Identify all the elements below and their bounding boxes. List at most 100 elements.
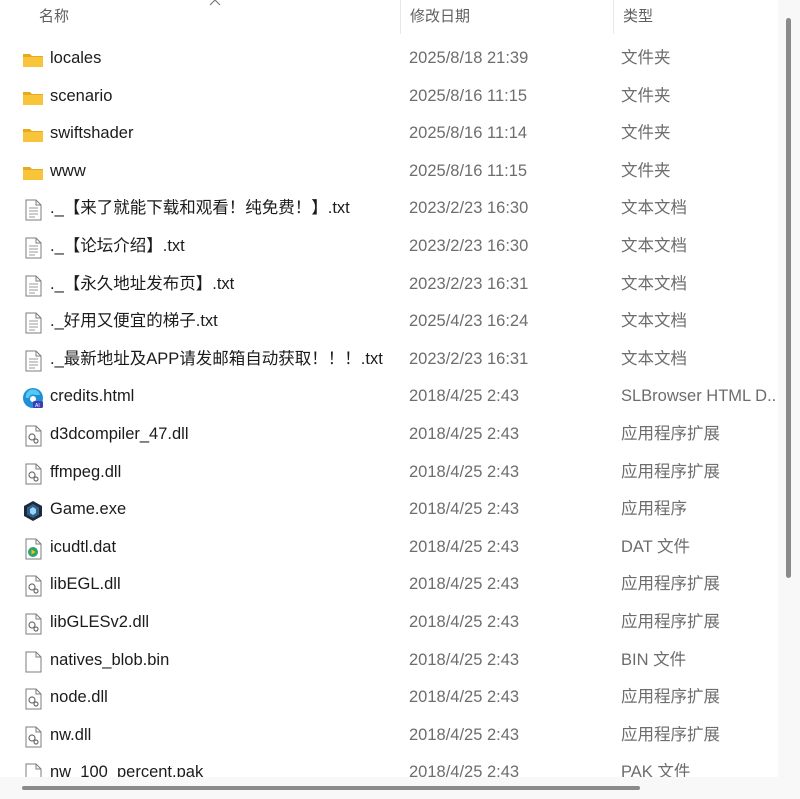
file-date-modified: 2018/4/25 2:43 bbox=[409, 650, 520, 669]
file-name: ffmpeg.dll bbox=[50, 462, 122, 481]
file-date-modified: 2023/2/23 16:31 bbox=[409, 274, 529, 293]
file-row[interactable]: nw_100_percent.pak 2018/4/25 2:43 PAK 文件 bbox=[0, 754, 778, 777]
file-row[interactable]: d3dcompiler_47.dll 2018/4/25 2:43 应用程序扩展 bbox=[0, 416, 778, 454]
folder-icon bbox=[22, 49, 44, 71]
file-explorer-list: 名称 修改日期 类型 locales 2025/8/18 21:39 文件夹 sce… bbox=[0, 0, 800, 799]
vertical-scrollbar[interactable] bbox=[778, 0, 800, 777]
file-row[interactable]: Game.exe 2018/4/25 2:43 应用程序 bbox=[0, 491, 778, 529]
dll-file-icon bbox=[22, 688, 44, 710]
file-row[interactable]: icudtl.dat 2018/4/25 2:43 DAT 文件 bbox=[0, 529, 778, 567]
game-exe-icon bbox=[22, 500, 44, 522]
file-row[interactable]: libGLESv2.dll 2018/4/25 2:43 应用程序扩展 bbox=[0, 604, 778, 642]
file-name: credits.html bbox=[50, 387, 135, 406]
dll-file-icon bbox=[22, 613, 44, 635]
file-name: node.dll bbox=[50, 688, 108, 707]
file-name: ._好用又便宜的梯子.txt bbox=[50, 312, 218, 331]
file-name: nw.dll bbox=[50, 725, 92, 744]
file-date-modified: 2018/4/25 2:43 bbox=[409, 763, 520, 777]
file-type: 应用程序扩展 bbox=[621, 688, 720, 707]
browser-html-icon: AI bbox=[22, 387, 44, 409]
file-name: Game.exe bbox=[50, 500, 127, 519]
horizontal-scrollbar-thumb[interactable] bbox=[22, 786, 640, 790]
file-row[interactable]: swiftshader 2025/8/16 11:14 文件夹 bbox=[0, 115, 778, 153]
file-name: ._【来了就能下载和观看！纯免费！】.txt bbox=[50, 199, 350, 218]
file-row[interactable]: node.dll 2018/4/25 2:43 应用程序扩展 bbox=[0, 679, 778, 717]
folder-icon bbox=[22, 162, 44, 184]
text-file-icon bbox=[22, 237, 44, 259]
file-type: 文本文档 bbox=[621, 274, 687, 293]
file-row[interactable]: www 2025/8/16 11:15 文件夹 bbox=[0, 153, 778, 191]
file-row[interactable]: ._【永久地址发布页】.txt 2023/2/23 16:31 文本文档 bbox=[0, 266, 778, 304]
file-type: 文本文档 bbox=[621, 199, 687, 218]
file-date-modified: 2018/4/25 2:43 bbox=[409, 575, 520, 594]
file-date-modified: 2025/8/16 11:14 bbox=[409, 124, 528, 143]
file-date-modified: 2025/4/23 16:24 bbox=[409, 312, 529, 331]
file-row[interactable]: ._最新地址及APP请发邮箱自动获取！！！.txt 2023/2/23 16:31… bbox=[0, 341, 778, 379]
text-file-icon bbox=[22, 312, 44, 334]
file-type: 应用程序扩展 bbox=[621, 424, 720, 443]
dll-file-icon bbox=[22, 575, 44, 597]
column-header-type[interactable]: 类型 bbox=[613, 0, 778, 34]
file-name: ._【论坛介绍】.txt bbox=[50, 236, 185, 255]
file-row[interactable]: ._【来了就能下载和观看！纯免费！】.txt 2023/2/23 16:30 文本文… bbox=[0, 190, 778, 228]
file-row[interactable]: libEGL.dll 2018/4/25 2:43 应用程序扩展 bbox=[0, 566, 778, 604]
file-date-modified: 2025/8/18 21:39 bbox=[409, 49, 529, 67]
blank-file-icon bbox=[22, 651, 44, 673]
file-row[interactable]: AI credits.html 2018/4/25 2:43 SLBrowser H… bbox=[0, 378, 778, 416]
file-name: www bbox=[50, 161, 86, 180]
column-header-row: 名称 修改日期 类型 bbox=[0, 0, 778, 34]
file-type: 文件夹 bbox=[621, 124, 671, 143]
file-date-modified: 2018/4/25 2:43 bbox=[409, 500, 520, 519]
file-row[interactable]: scenario 2025/8/16 11:15 文件夹 bbox=[0, 78, 778, 116]
file-type: 文本文档 bbox=[621, 236, 687, 255]
file-name: natives_blob.bin bbox=[50, 650, 170, 669]
file-date-modified: 2025/8/16 11:15 bbox=[409, 86, 528, 105]
file-type: 文本文档 bbox=[621, 349, 687, 368]
file-date-modified: 2023/2/23 16:31 bbox=[409, 349, 529, 368]
vertical-scrollbar-thumb[interactable] bbox=[786, 18, 791, 578]
folder-icon bbox=[22, 87, 44, 109]
dll-file-icon bbox=[22, 425, 44, 447]
dll-file-icon bbox=[22, 726, 44, 748]
column-header-date-modified[interactable]: 修改日期 bbox=[400, 0, 613, 34]
file-type: 文本文档 bbox=[621, 312, 687, 331]
file-type: DAT 文件 bbox=[621, 537, 691, 556]
text-file-icon bbox=[22, 275, 44, 297]
file-date-modified: 2018/4/25 2:43 bbox=[409, 725, 520, 744]
file-name: ._最新地址及APP请发邮箱自动获取！！！.txt bbox=[50, 349, 383, 368]
column-header-name[interactable]: 名称 bbox=[30, 0, 400, 34]
file-date-modified: 2023/2/23 16:30 bbox=[409, 236, 529, 255]
file-type: 应用程序 bbox=[621, 500, 687, 519]
folder-icon bbox=[22, 124, 44, 146]
text-file-icon bbox=[22, 199, 44, 221]
file-type: BIN 文件 bbox=[621, 650, 687, 669]
file-date-modified: 2025/8/16 11:15 bbox=[409, 161, 528, 180]
file-date-modified: 2018/4/25 2:43 bbox=[409, 612, 520, 631]
horizontal-scrollbar[interactable] bbox=[0, 777, 800, 799]
file-date-modified: 2018/4/25 2:43 bbox=[409, 462, 520, 481]
file-row[interactable]: ._好用又便宜的梯子.txt 2025/4/23 16:24 文本文档 bbox=[0, 303, 778, 341]
file-name: d3dcompiler_47.dll bbox=[50, 424, 189, 443]
file-type: 应用程序扩展 bbox=[621, 575, 720, 594]
file-name: swiftshader bbox=[50, 124, 134, 143]
file-type: PAK 文件 bbox=[621, 763, 691, 777]
file-type: 文件夹 bbox=[621, 161, 671, 180]
file-row[interactable]: ffmpeg.dll 2018/4/25 2:43 应用程序扩展 bbox=[0, 454, 778, 492]
file-type: SLBrowser HTML D... bbox=[621, 387, 776, 406]
file-row[interactable]: nw.dll 2018/4/25 2:43 应用程序扩展 bbox=[0, 717, 778, 755]
file-name: libEGL.dll bbox=[50, 575, 121, 594]
text-file-icon bbox=[22, 350, 44, 372]
file-date-modified: 2018/4/25 2:43 bbox=[409, 688, 520, 707]
file-date-modified: 2023/2/23 16:30 bbox=[409, 199, 529, 218]
file-name: ._【永久地址发布页】.txt bbox=[50, 274, 235, 293]
file-name: nw_100_percent.pak bbox=[50, 763, 204, 777]
file-row[interactable]: locales 2025/8/18 21:39 文件夹 bbox=[0, 40, 778, 78]
file-row[interactable]: natives_blob.bin 2018/4/25 2:43 BIN 文件 bbox=[0, 642, 778, 680]
file-name: icudtl.dat bbox=[50, 537, 117, 556]
media-file-icon bbox=[22, 538, 44, 560]
svg-text:AI: AI bbox=[35, 403, 40, 409]
file-type: 文件夹 bbox=[621, 49, 671, 67]
file-list: locales 2025/8/18 21:39 文件夹 scenario 2025/8… bbox=[0, 40, 778, 777]
file-row[interactable]: ._【论坛介绍】.txt 2023/2/23 16:30 文本文档 bbox=[0, 228, 778, 266]
file-name: scenario bbox=[50, 86, 113, 105]
